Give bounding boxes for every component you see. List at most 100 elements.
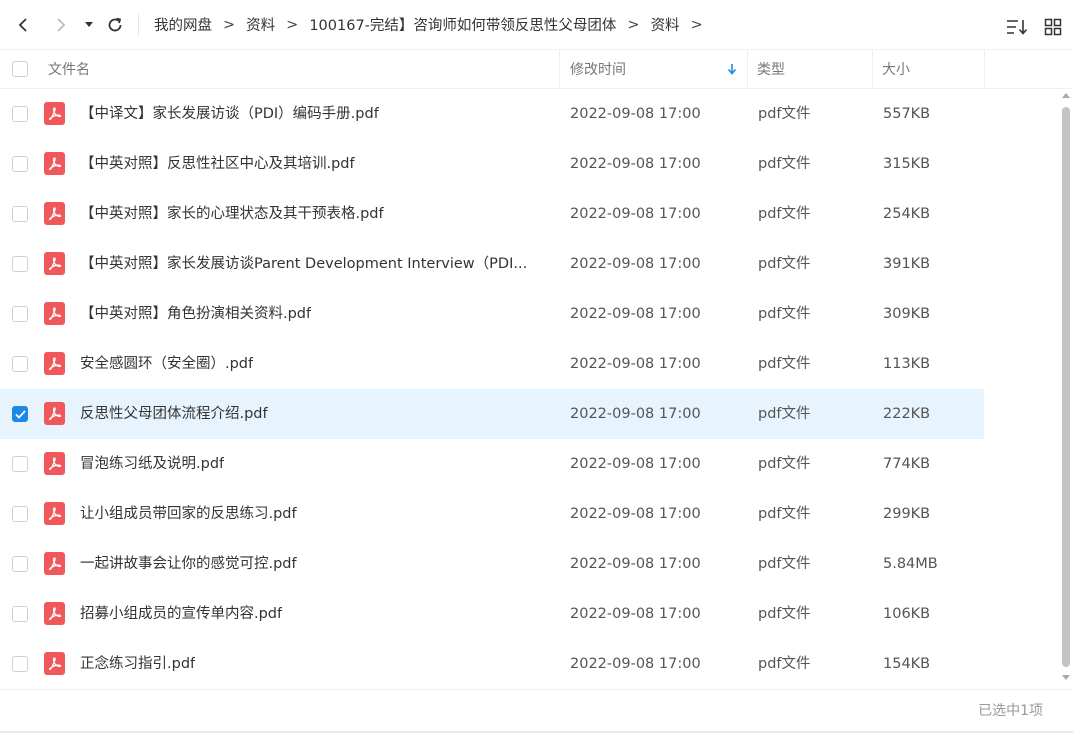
column-divider: [872, 50, 873, 88]
file-name[interactable]: 【中英对照】家长的心理状态及其干预表格.pdf: [80, 189, 384, 239]
file-row[interactable]: 【中英对照】反思性社区中心及其培训.pdf 2022-09-08 17:00 pdf…: [0, 139, 984, 189]
row-checkbox[interactable]: [12, 606, 28, 622]
file-list: 【中译文】家长发展访谈（PDI）编码手册.pdf 2022-09-08 17:00…: [0, 89, 984, 689]
file-name[interactable]: 一起讲故事会让你的感觉可控.pdf: [80, 539, 297, 589]
refresh-button[interactable]: [100, 10, 130, 40]
file-modified-date: 2022-09-08 17:00: [570, 556, 701, 572]
file-row[interactable]: 【中英对照】家长发展访谈Parent Development Interview…: [0, 239, 984, 289]
scroll-up-arrow[interactable]: [1062, 93, 1070, 98]
grid-view-icon: [1044, 18, 1062, 36]
pdf-file-icon: [44, 352, 65, 375]
select-all-cell: [12, 50, 28, 88]
row-checkbox[interactable]: [12, 356, 28, 372]
file-modified-date: 2022-09-08 17:00: [570, 506, 701, 522]
file-modified-date: 2022-09-08 17:00: [570, 206, 701, 222]
file-row[interactable]: 反思性父母团体流程介绍.pdf 2022-09-08 17:00 pdf文件 222K…: [0, 389, 984, 439]
file-row[interactable]: 【中译文】家长发展访谈（PDI）编码手册.pdf 2022-09-08 17:00…: [0, 89, 984, 139]
breadcrumb-item[interactable]: 资料: [651, 14, 680, 35]
selection-count: 已选中1项: [978, 703, 1043, 719]
file-name[interactable]: 招募小组成员的宣传单内容.pdf: [80, 589, 282, 639]
file-row[interactable]: 让小组成员带回家的反思练习.pdf 2022-09-08 17:00 pdf文件 29…: [0, 489, 984, 539]
file-type: pdf文件: [758, 456, 811, 472]
file-size: 557KB: [883, 106, 931, 122]
file-name[interactable]: 让小组成员带回家的反思练习.pdf: [80, 489, 297, 539]
row-checkbox[interactable]: [12, 406, 28, 422]
pdf-file-icon: [44, 502, 65, 525]
file-modified-date: 2022-09-08 17:00: [570, 306, 701, 322]
pdf-file-icon: [44, 102, 65, 125]
row-checkbox[interactable]: [12, 456, 28, 472]
row-checkbox[interactable]: [12, 506, 28, 522]
row-checkbox[interactable]: [12, 656, 28, 672]
file-row[interactable]: 正念练习指引.pdf 2022-09-08 17:00 pdf文件 154KB: [0, 639, 984, 689]
file-name[interactable]: 安全感圆环（安全圈）.pdf: [80, 339, 253, 389]
row-checkbox[interactable]: [12, 256, 28, 272]
pdf-file-icon: [44, 602, 65, 625]
file-type: pdf文件: [758, 156, 811, 172]
file-row[interactable]: 冒泡练习纸及说明.pdf 2022-09-08 17:00 pdf文件 774KB: [0, 439, 984, 489]
file-name[interactable]: 【中译文】家长发展访谈（PDI）编码手册.pdf: [80, 89, 379, 139]
file-size: 391KB: [883, 256, 931, 272]
file-size: 254KB: [883, 206, 931, 222]
history-dropdown-button[interactable]: [76, 10, 102, 40]
column-header-name[interactable]: 文件名: [48, 50, 90, 88]
file-row[interactable]: 一起讲故事会让你的感觉可控.pdf 2022-09-08 17:00 pdf文件 5.…: [0, 539, 984, 589]
file-row[interactable]: 安全感圆环（安全圈）.pdf 2022-09-08 17:00 pdf文件 113KB: [0, 339, 984, 389]
file-row[interactable]: 招募小组成员的宣传单内容.pdf 2022-09-08 17:00 pdf文件 106…: [0, 589, 984, 639]
row-checkbox[interactable]: [12, 156, 28, 172]
breadcrumb-item[interactable]: 资料: [246, 14, 275, 35]
select-all-checkbox[interactable]: [12, 61, 28, 77]
file-modified-date: 2022-09-08 17:00: [570, 656, 701, 672]
scroll-thumb[interactable]: [1062, 107, 1070, 667]
breadcrumb-separator: >: [223, 16, 236, 33]
row-checkbox[interactable]: [12, 556, 28, 572]
file-modified-date: 2022-09-08 17:00: [570, 256, 701, 272]
file-size: 315KB: [883, 156, 931, 172]
row-checkbox[interactable]: [12, 106, 28, 122]
file-name[interactable]: 【中英对照】反思性社区中心及其培训.pdf: [80, 139, 355, 189]
breadcrumb-separator: >: [286, 16, 299, 33]
breadcrumb-separator: >: [627, 16, 640, 33]
row-checkbox[interactable]: [12, 306, 28, 322]
file-row[interactable]: 【中英对照】角色扮演相关资料.pdf 2022-09-08 17:00 pdf文件 3…: [0, 289, 984, 339]
file-name[interactable]: 正念练习指引.pdf: [80, 639, 195, 689]
column-divider: [559, 50, 560, 88]
file-type: pdf文件: [758, 556, 811, 572]
file-modified-date: 2022-09-08 17:00: [570, 406, 701, 422]
refresh-icon: [108, 17, 122, 32]
toolbar-divider: [138, 14, 139, 36]
sort-button[interactable]: [1002, 12, 1032, 42]
pdf-file-icon: [44, 302, 65, 325]
file-type: pdf文件: [758, 256, 811, 272]
toolbar: 我的网盘 > 资料 > 100167-完结】咨询师如何带领反思性父母团体 > 资…: [0, 0, 1073, 49]
file-name[interactable]: 【中英对照】家长发展访谈Parent Development Interview…: [80, 239, 527, 289]
sort-desc-indicator: [727, 50, 737, 88]
scroll-down-arrow[interactable]: [1062, 675, 1070, 680]
breadcrumb-item[interactable]: 100167-完结】咨询师如何带领反思性父母团体: [309, 14, 616, 35]
file-name[interactable]: 反思性父母团体流程介绍.pdf: [80, 389, 268, 439]
back-button[interactable]: [8, 10, 38, 40]
file-type: pdf文件: [758, 606, 811, 622]
pdf-file-icon: [44, 252, 65, 275]
pdf-file-icon: [44, 402, 65, 425]
file-row[interactable]: 【中英对照】家长的心理状态及其干预表格.pdf 2022-09-08 17:00 p…: [0, 189, 984, 239]
file-name[interactable]: 【中英对照】角色扮演相关资料.pdf: [80, 289, 311, 339]
file-type: pdf文件: [758, 406, 811, 422]
column-header-size[interactable]: 大小: [882, 50, 910, 88]
file-modified-date: 2022-09-08 17:00: [570, 456, 701, 472]
checkmark-icon: [14, 409, 26, 419]
pdf-file-icon: [44, 452, 65, 475]
file-modified-date: 2022-09-08 17:00: [570, 356, 701, 372]
chevron-right-icon: [57, 18, 66, 32]
forward-button[interactable]: [46, 10, 76, 40]
sort-icon: [1007, 20, 1028, 35]
row-checkbox[interactable]: [12, 206, 28, 222]
file-size: 222KB: [883, 406, 931, 422]
file-name[interactable]: 冒泡练习纸及说明.pdf: [80, 439, 224, 489]
vertical-scrollbar[interactable]: [1060, 89, 1073, 689]
file-size: 5.84MB: [883, 556, 938, 572]
breadcrumb-item[interactable]: 我的网盘: [154, 14, 212, 35]
grid-view-button[interactable]: [1038, 12, 1068, 42]
column-header-type[interactable]: 类型: [757, 50, 785, 88]
column-header-modified[interactable]: 修改时间: [570, 50, 626, 88]
